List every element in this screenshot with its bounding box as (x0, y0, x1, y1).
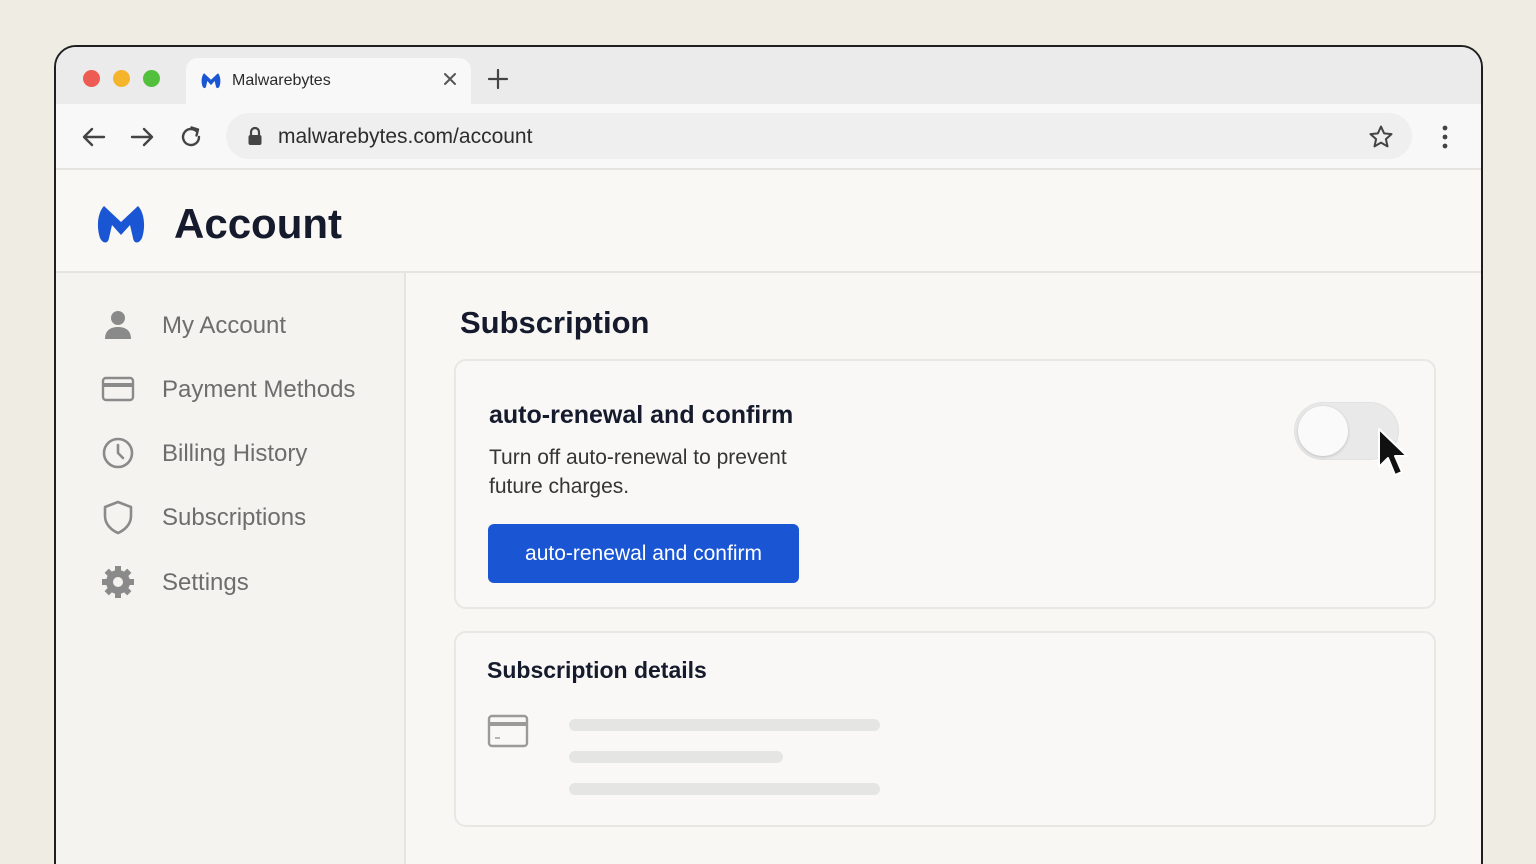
skeleton-line (569, 783, 880, 795)
credit-card-icon (101, 376, 135, 402)
star-icon[interactable] (1368, 124, 1394, 150)
maximize-window-button[interactable] (143, 70, 160, 87)
close-window-button[interactable] (83, 70, 100, 87)
sidebar-item-subscriptions[interactable]: Subscriptions (100, 495, 400, 539)
tab-malwarebytes[interactable]: Malwarebytes (186, 58, 471, 104)
sidebar-item-my-account[interactable]: My Account (100, 303, 400, 347)
plus-icon[interactable] (486, 67, 510, 91)
kebab-menu-icon[interactable] (1432, 124, 1458, 150)
tab-title: Malwarebytes (232, 72, 331, 89)
browser-toolbar: malwarebytes.com/account (56, 104, 1481, 170)
sidebar-item-payment-methods[interactable]: Payment Methods (100, 367, 400, 411)
close-icon[interactable] (440, 69, 460, 89)
section-title: Subscription (460, 305, 650, 340)
auto-renewal-heading: auto-renewal and confirm (489, 401, 794, 429)
credit-card-icon (487, 714, 529, 748)
lock-icon (248, 126, 262, 145)
auto-renewal-confirm-button[interactable]: auto-renewal and confirm (488, 524, 799, 583)
gear-icon (102, 566, 134, 598)
sidebar: My Account Payment Methods Billing Histo… (56, 273, 406, 864)
skeleton-line (569, 751, 783, 763)
sidebar-item-label: Settings (162, 569, 249, 596)
sidebar-item-label: Billing History (162, 440, 308, 467)
subscription-details-card: Subscription details (454, 631, 1436, 827)
sidebar-item-settings[interactable]: Settings (100, 560, 400, 604)
reload-icon[interactable] (177, 123, 205, 151)
sidebar-item-label: Subscriptions (162, 504, 307, 531)
skeleton-line (569, 719, 880, 731)
mouse-pointer-icon (1378, 428, 1408, 476)
tab-strip: Malwarebytes (56, 47, 1481, 104)
auto-renewal-card: auto-renewal and confirm Turn off auto-r… (454, 359, 1436, 609)
auto-renewal-description: Turn off auto-renewal to prevent future … (489, 446, 787, 498)
browser-window: Malwarebytes malwarebytes.com/account Ac… (54, 45, 1483, 864)
arrow-left-icon[interactable] (80, 123, 108, 151)
malwarebytes-logo-icon (201, 73, 221, 89)
arrow-right-icon[interactable] (128, 123, 156, 151)
address-bar[interactable]: malwarebytes.com/account (226, 113, 1412, 159)
sidebar-item-label: Payment Methods (162, 376, 356, 403)
url-text: malwarebytes.com/account (278, 125, 533, 148)
toggle-knob (1298, 406, 1348, 456)
subscription-details-heading: Subscription details (487, 657, 707, 683)
malwarebytes-logo-icon[interactable] (94, 200, 148, 250)
clock-icon (102, 437, 134, 469)
user-icon (105, 311, 131, 339)
shield-icon (103, 500, 133, 535)
sidebar-item-billing-history[interactable]: Billing History (100, 431, 400, 475)
page-header: Account (56, 170, 1481, 273)
minimize-window-button[interactable] (113, 70, 130, 87)
sidebar-item-label: My Account (162, 312, 287, 339)
page-title: Account (174, 200, 342, 247)
